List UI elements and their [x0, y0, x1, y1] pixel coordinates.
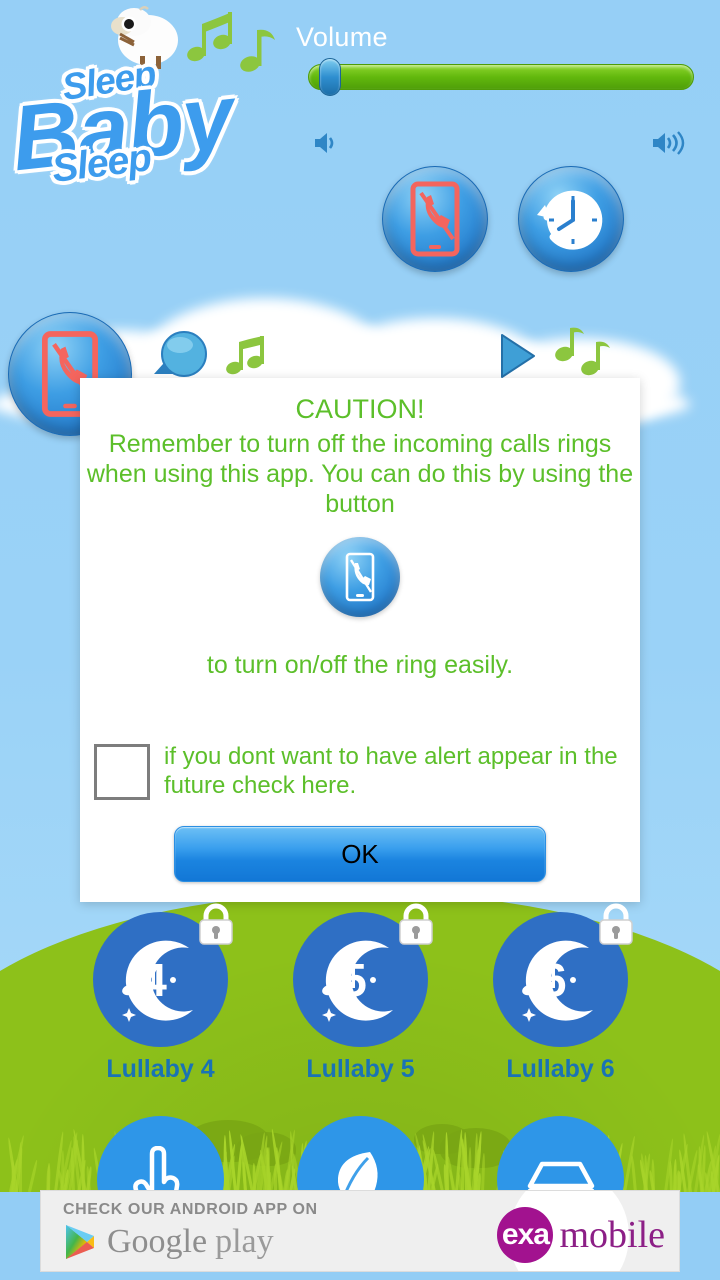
phone-mute-icon: [407, 181, 463, 257]
music-note-icon: [224, 334, 276, 378]
timer-button[interactable]: [518, 166, 624, 272]
ok-button[interactable]: OK: [174, 826, 546, 882]
google-play-icon: [63, 1223, 97, 1261]
speaker-high-icon[interactable]: [650, 130, 686, 156]
music-note-icon: [552, 324, 614, 380]
google-play-badge[interactable]: Google play: [63, 1223, 318, 1261]
exa-brand-name: mobile: [559, 1213, 665, 1257]
dialog-title: CAUTION!: [80, 378, 640, 425]
lullaby-label: Lullaby 6: [493, 1055, 628, 1084]
padlock-icon: [392, 900, 440, 948]
play-triangle-icon[interactable]: [496, 332, 538, 380]
volume-control[interactable]: Volume: [296, 22, 696, 142]
play-knob-icon[interactable]: [150, 330, 212, 378]
dont-show-again-checkbox[interactable]: [94, 744, 150, 800]
padlock-icon: [192, 900, 240, 948]
lullaby-5-button[interactable]: 5: [293, 912, 428, 1047]
exa-logo-mark: exa: [497, 1207, 553, 1263]
lullaby-item[interactable]: 4 Lullaby 4: [93, 912, 228, 1084]
ad-store-light: play: [215, 1223, 274, 1260]
ringer-toggle-button[interactable]: [382, 166, 488, 272]
dialog-subtext: to turn on/off the ring easily.: [80, 651, 640, 680]
caution-dialog: CAUTION! Remember to turn off the incomi…: [80, 378, 640, 902]
lullaby-6-button[interactable]: 6: [493, 912, 628, 1047]
ringer-toggle-demo-button[interactable]: [320, 537, 400, 617]
clock-icon: [533, 181, 609, 257]
volume-slider-track[interactable]: [308, 64, 694, 90]
dialog-body: Remember to turn off the incoming calls …: [80, 425, 640, 519]
ad-store-bold: Google: [107, 1223, 207, 1260]
lullaby-label: Lullaby 5: [293, 1055, 428, 1084]
speaker-low-icon[interactable]: [312, 130, 342, 156]
lullaby-label: Lullaby 4: [93, 1055, 228, 1084]
music-note-icon: [176, 4, 286, 100]
phone-mute-icon: [341, 551, 379, 603]
padlock-icon: [592, 900, 640, 948]
volume-slider-thumb[interactable]: [319, 58, 341, 96]
dont-show-again-label: if you dont want to have alert appear in…: [164, 742, 634, 800]
exa-mobile-brand[interactable]: exa mobile: [497, 1207, 665, 1263]
volume-label: Volume: [296, 22, 696, 53]
dialog-checkbox-row[interactable]: if you dont want to have alert appear in…: [94, 742, 640, 800]
dialog-ok-wrap: OK: [80, 826, 640, 882]
lullaby-item[interactable]: 5 Lullaby 5: [293, 912, 428, 1084]
ad-banner[interactable]: CHECK OUR ANDROID APP ON Google play exa…: [40, 1190, 680, 1272]
lullaby-4-button[interactable]: 4: [93, 912, 228, 1047]
ad-check-text: CHECK OUR ANDROID APP ON: [63, 1201, 318, 1219]
dialog-icon-wrap: [80, 537, 640, 617]
lullaby-item[interactable]: 6 Lullaby 6: [493, 912, 628, 1084]
google-play-promo[interactable]: CHECK OUR ANDROID APP ON Google play: [63, 1201, 318, 1261]
google-play-text: Google play: [107, 1223, 274, 1261]
